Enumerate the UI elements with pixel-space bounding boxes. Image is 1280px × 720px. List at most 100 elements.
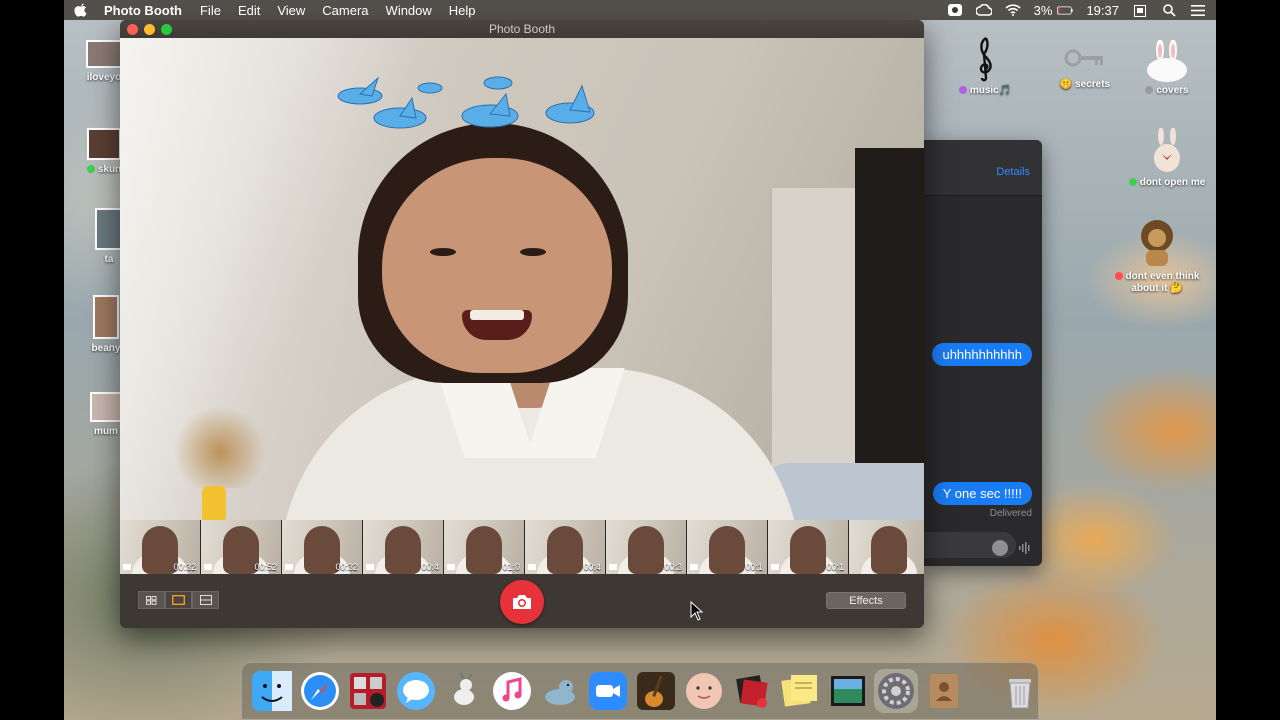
background-wardrobe [855, 148, 924, 478]
folder-label: dont even think about it 🤔 [1112, 271, 1202, 295]
messages-header: Details [924, 140, 1042, 196]
dock [241, 662, 1039, 720]
folder-label: covers [1132, 85, 1202, 96]
desktop-folder-dont-open-me[interactable]: dont open me [1122, 127, 1212, 188]
thumb-person [628, 526, 664, 574]
desktop-folder-secrets[interactable]: 🤫 secrets [1050, 40, 1120, 90]
video-thumbnail[interactable]: 00:4 [525, 520, 605, 574]
video-thumbnail[interactable]: 00:3 [606, 520, 686, 574]
yellow-vase [202, 486, 226, 520]
folder-label: 🤫 secrets [1050, 79, 1120, 90]
background-door [770, 188, 860, 488]
red-tag-icon [1114, 272, 1123, 280]
menu-camera[interactable]: Camera [322, 3, 368, 18]
finder-icon[interactable] [250, 669, 294, 713]
trash-icon[interactable] [998, 669, 1042, 713]
menu-bar: Photo Booth File Edit View Camera Window… [64, 0, 1216, 20]
window-titlebar[interactable]: Photo Booth [120, 20, 924, 38]
stickies-icon[interactable] [778, 669, 822, 713]
video-thumbnail[interactable]: 00:32 [282, 520, 362, 574]
video-thumbnail[interactable]: 00:32 [120, 520, 200, 574]
system-preferences-icon[interactable] [874, 669, 918, 713]
purple-tag-icon [958, 86, 967, 94]
video-camera-icon [447, 564, 455, 570]
camera-icon [513, 595, 531, 609]
garageband-icon[interactable] [634, 669, 678, 713]
thumb-person [466, 526, 502, 574]
goat-icon[interactable] [442, 669, 486, 713]
video-thumbnail[interactable]: 00:4 [363, 520, 443, 574]
creative-cloud-icon[interactable] [975, 3, 992, 17]
bunny-figure-icon [1154, 127, 1180, 172]
folder-label: dont open me [1122, 177, 1212, 188]
clipboard-icon[interactable] [1132, 3, 1148, 17]
battery-icon[interactable] [1057, 3, 1074, 17]
details-button[interactable]: Details [996, 166, 1030, 178]
zoom-icon[interactable] [586, 669, 630, 713]
single-photo-layout-button[interactable] [165, 591, 192, 609]
menu-file[interactable]: File [200, 3, 221, 18]
preview-icon[interactable] [826, 669, 870, 713]
audio-waveform-icon[interactable] [1018, 542, 1032, 554]
music-emoji: 🎵 [998, 85, 1012, 96]
video-duration: 00:32 [335, 562, 358, 572]
photo-stack-icon[interactable] [730, 669, 774, 713]
green-tag-icon [86, 165, 95, 173]
messages-icon[interactable] [394, 669, 438, 713]
birdie-effect-icon [337, 76, 595, 129]
camera-preview [120, 38, 924, 520]
folder-label: music🎵 [950, 85, 1020, 96]
menu-window[interactable]: Window [386, 3, 432, 18]
effects-button[interactable]: Effects [826, 592, 906, 609]
desktop-folder-covers[interactable]: covers [1132, 39, 1202, 96]
green-tag-icon [1128, 178, 1137, 186]
video-thumbnail[interactable] [849, 520, 924, 574]
layout-selector [138, 591, 219, 609]
emoji-picker-icon[interactable] [992, 540, 1008, 556]
video-thumbnail[interactable]: 00:1 [687, 520, 767, 574]
thumb-person [709, 526, 745, 574]
face-icon[interactable] [682, 669, 726, 713]
control-list-icon[interactable] [1190, 3, 1206, 17]
screen-recording-icon[interactable] [947, 3, 963, 17]
safari-icon[interactable] [298, 669, 342, 713]
contacts-icon[interactable] [922, 669, 966, 713]
four-up-layout-button[interactable] [138, 591, 165, 609]
video-layout-button[interactable] [192, 591, 219, 609]
person-eye-right [520, 248, 546, 256]
video-camera-icon [366, 564, 374, 570]
clock[interactable]: 19:37 [1086, 3, 1119, 18]
person-face [382, 158, 612, 373]
thumb-person [871, 526, 907, 574]
shutter-button[interactable] [500, 580, 544, 624]
grid-icon [146, 595, 157, 605]
video-camera-icon [285, 564, 293, 570]
filmstrip[interactable]: 00:32 00:52 00:32 00:4 01:0 00:4 00:3 00… [120, 520, 924, 574]
desktop-folder-music[interactable]: music🎵 [950, 34, 1020, 96]
dried-flowers [175, 398, 265, 488]
video-thumbnail[interactable]: 01:0 [444, 520, 524, 574]
photo-booth-icon[interactable] [346, 669, 390, 713]
apple-menu-icon[interactable] [74, 3, 88, 17]
video-duration: 00:52 [254, 562, 277, 572]
menu-help[interactable]: Help [449, 3, 476, 18]
folder-label-text: dont even think about it [1125, 271, 1200, 294]
wifi-icon[interactable] [1005, 3, 1021, 17]
menu-edit[interactable]: Edit [238, 3, 260, 18]
video-duration: 00:3 [664, 562, 682, 572]
menu-view[interactable]: View [277, 3, 305, 18]
search-icon[interactable] [1161, 3, 1177, 17]
video-camera-icon [123, 564, 131, 570]
video-camera-icon [771, 564, 779, 570]
desktop-folder-dont-even-think[interactable]: dont even think about it 🤔 [1112, 218, 1202, 295]
video-thumbnail[interactable]: 00:52 [201, 520, 281, 574]
window-title: Photo Booth [488, 22, 556, 36]
file-thumbnail [95, 208, 123, 250]
app-menu[interactable]: Photo Booth [104, 3, 182, 18]
video-thumbnail[interactable]: 00:1 [768, 520, 848, 574]
battery-percent[interactable]: 3% [1034, 3, 1053, 18]
itunes-icon[interactable] [490, 669, 534, 713]
seal-icon[interactable] [538, 669, 582, 713]
person-eye-left [430, 248, 456, 256]
delivered-status: Delivered [989, 508, 1032, 519]
